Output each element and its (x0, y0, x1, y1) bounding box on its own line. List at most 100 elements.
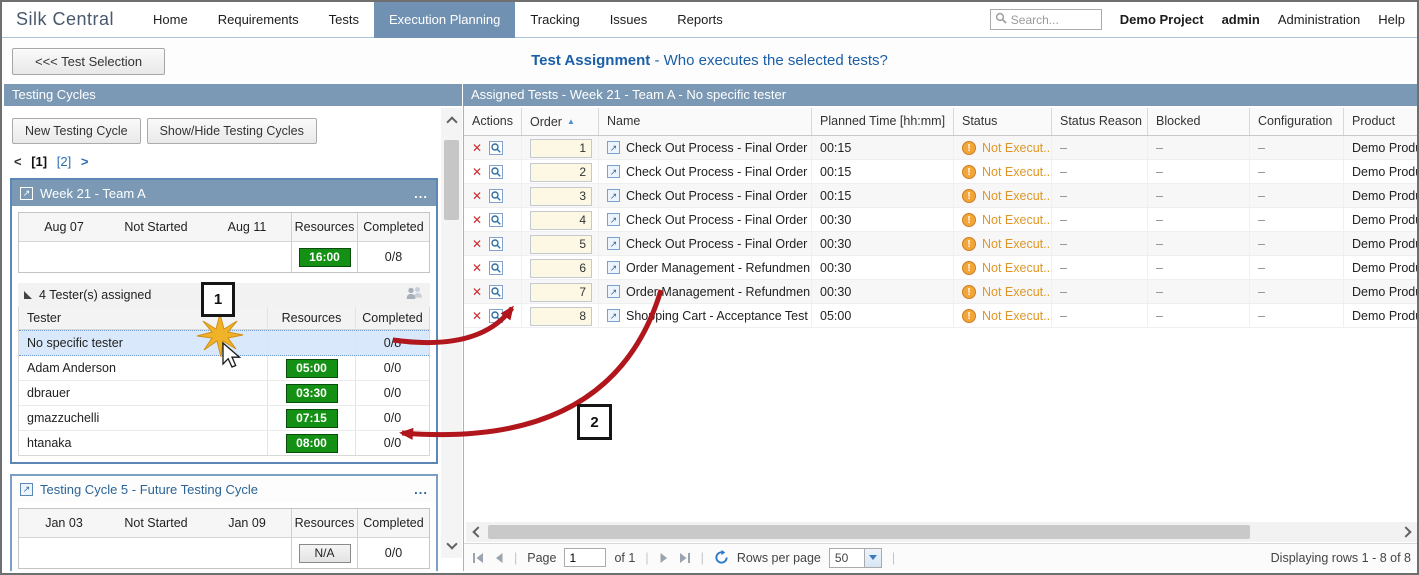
tab-reports[interactable]: Reports (662, 2, 738, 38)
order-input[interactable] (530, 283, 592, 302)
tester-row-no-specific[interactable]: No specific tester 0/8 (19, 330, 429, 356)
order-input[interactable] (530, 139, 592, 158)
open-test-icon[interactable]: ↗ (607, 165, 620, 178)
search-box[interactable] (990, 9, 1102, 30)
help-link[interactable]: Help (1378, 12, 1405, 27)
tab-tests[interactable]: Tests (314, 2, 374, 38)
open-test-icon[interactable]: ↗ (607, 261, 620, 274)
open-cycle-icon[interactable]: ↗ (20, 483, 33, 496)
test-name: Shopping Cart - Acceptance Test (626, 304, 808, 327)
administration-link[interactable]: Administration (1278, 12, 1360, 27)
last-page-icon[interactable] (677, 552, 691, 564)
test-row[interactable]: ✕ ↗Check Out Process - Final Order S... … (464, 160, 1419, 184)
order-input[interactable] (530, 211, 592, 230)
tester-row[interactable]: Adam Anderson 05:00 0/0 (19, 356, 429, 381)
tab-tracking[interactable]: Tracking (515, 2, 594, 38)
pager-page-1[interactable]: [1] (31, 154, 47, 169)
delete-icon[interactable]: ✕ (472, 280, 482, 303)
refresh-icon[interactable] (714, 550, 729, 565)
inspect-icon[interactable] (489, 213, 503, 227)
test-row[interactable]: ✕ ↗Order Management - Refundmen... 00:30… (464, 280, 1419, 304)
scroll-right-icon[interactable] (1397, 522, 1417, 542)
cycle-menu-icon[interactable]: ... (414, 186, 428, 201)
col-blocked[interactable]: Blocked (1148, 108, 1250, 135)
open-test-icon[interactable]: ↗ (607, 213, 620, 226)
delete-icon[interactable]: ✕ (472, 208, 482, 231)
page-number-input[interactable] (564, 548, 606, 567)
test-row[interactable]: ✕ ↗Order Management - Refundmen... 00:30… (464, 256, 1419, 280)
order-input[interactable] (530, 307, 592, 326)
tester-row[interactable]: dbrauer 03:30 0/0 (19, 381, 429, 406)
test-row[interactable]: ✕ ↗Check Out Process - Final Order S... … (464, 208, 1419, 232)
open-test-icon[interactable]: ↗ (607, 309, 620, 322)
scroll-down-icon[interactable] (441, 536, 462, 556)
scroll-up-icon[interactable] (441, 110, 462, 130)
order-input[interactable] (530, 163, 592, 182)
first-page-icon[interactable] (472, 552, 486, 564)
testers-section-header[interactable]: 4 Tester(s) assigned (18, 283, 430, 307)
scroll-left-icon[interactable] (466, 522, 486, 542)
table-horizontal-scrollbar[interactable] (466, 522, 1417, 542)
open-test-icon[interactable]: ↗ (607, 141, 620, 154)
open-test-icon[interactable]: ↗ (607, 189, 620, 202)
col-name[interactable]: Name (599, 108, 812, 135)
order-input[interactable] (530, 259, 592, 278)
open-cycle-icon[interactable]: ↗ (20, 187, 33, 200)
tab-home[interactable]: Home (138, 2, 203, 38)
inspect-icon[interactable] (489, 141, 503, 155)
rows-per-page-select[interactable]: 50 (829, 548, 882, 568)
cycle-card-header[interactable]: ↗ Testing Cycle 5 - Future Testing Cycle… (12, 476, 436, 502)
user-menu[interactable]: admin (1222, 12, 1260, 27)
delete-icon[interactable]: ✕ (472, 184, 482, 207)
inspect-icon[interactable] (489, 165, 503, 179)
delete-icon[interactable]: ✕ (472, 304, 482, 327)
cycle-menu-icon[interactable]: ... (414, 482, 428, 497)
pager-prev[interactable]: < (14, 154, 22, 169)
col-configuration[interactable]: Configuration (1250, 108, 1344, 135)
inspect-icon[interactable] (489, 237, 503, 251)
tab-requirements[interactable]: Requirements (203, 2, 314, 38)
new-testing-cycle-button[interactable]: New Testing Cycle (12, 118, 141, 144)
scrollbar-thumb[interactable] (488, 525, 1250, 539)
separator: | (514, 551, 517, 565)
inspect-icon[interactable] (489, 309, 503, 323)
test-row[interactable]: ✕ ↗Check Out Process - Final Order S... … (464, 184, 1419, 208)
pager-page-2[interactable]: [2] (57, 154, 71, 169)
tester-row[interactable]: gmazzuchelli 07:15 0/0 (19, 406, 429, 431)
order-input[interactable] (530, 235, 592, 254)
inspect-icon[interactable] (489, 285, 503, 299)
collapse-icon[interactable] (24, 291, 32, 299)
test-row[interactable]: ✕ ↗Shopping Cart - Acceptance Test 05:00… (464, 304, 1419, 328)
delete-icon[interactable]: ✕ (472, 232, 482, 255)
test-row[interactable]: ✕ ↗Check Out Process - Final Order S... … (464, 136, 1419, 160)
col-planned-time[interactable]: Planned Time [hh:mm] (812, 108, 954, 135)
open-test-icon[interactable]: ↗ (607, 285, 620, 298)
inspect-icon[interactable] (489, 189, 503, 203)
left-panel-scrollbar[interactable] (441, 108, 462, 558)
search-input[interactable] (1011, 13, 1091, 27)
cycle-card-header[interactable]: ↗ Week 21 - Team A ... (12, 180, 436, 206)
product: Demo Product (1344, 136, 1419, 159)
delete-icon[interactable]: ✕ (472, 256, 482, 279)
pager-next[interactable]: > (81, 154, 89, 169)
prev-page-icon[interactable] (494, 552, 504, 564)
col-order[interactable]: Order▲ (522, 108, 599, 135)
open-test-icon[interactable]: ↗ (607, 237, 620, 250)
inspect-icon[interactable] (489, 261, 503, 275)
col-status-reason[interactable]: Status Reason (1052, 108, 1148, 135)
show-hide-testing-cycles-button[interactable]: Show/Hide Testing Cycles (147, 118, 317, 144)
tab-issues[interactable]: Issues (595, 2, 663, 38)
tab-execution-planning[interactable]: Execution Planning (374, 2, 515, 38)
next-page-icon[interactable] (659, 552, 669, 564)
delete-icon[interactable]: ✕ (472, 136, 482, 159)
col-product[interactable]: Product (1344, 108, 1419, 135)
delete-icon[interactable]: ✕ (472, 160, 482, 183)
order-input[interactable] (530, 187, 592, 206)
scrollbar-thumb[interactable] (444, 140, 459, 220)
col-actions[interactable]: Actions (464, 108, 522, 135)
tester-row[interactable]: htanaka 08:00 0/0 (19, 431, 429, 455)
status-reason: – (1052, 208, 1148, 231)
col-status[interactable]: Status (954, 108, 1052, 135)
test-row[interactable]: ✕ ↗Check Out Process - Final Order S... … (464, 232, 1419, 256)
project-selector[interactable]: Demo Project (1120, 12, 1204, 27)
